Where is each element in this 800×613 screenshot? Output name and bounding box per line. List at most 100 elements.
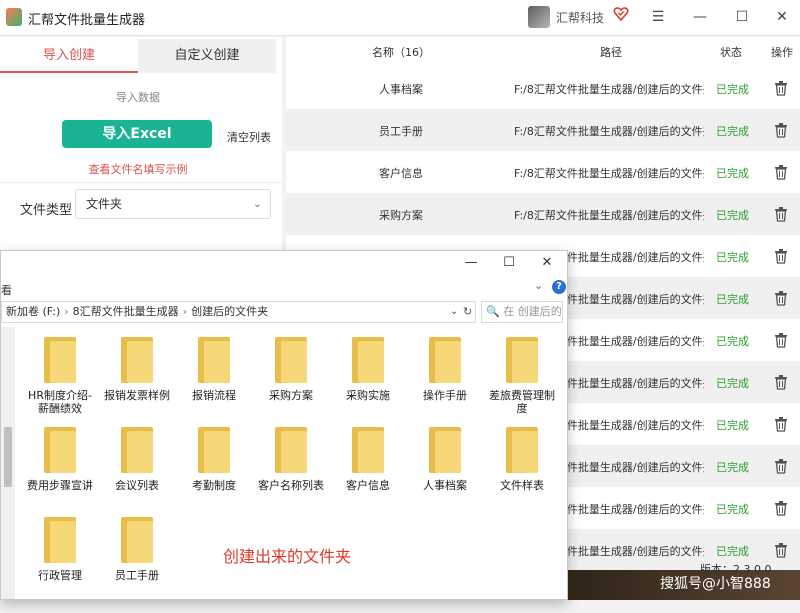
search-input[interactable]: 🔍 在 创建后的... <box>481 301 563 323</box>
row-status: 已完成 <box>716 335 749 348</box>
explorer-close-icon[interactable]: ✕ <box>537 255 557 275</box>
maximize-icon[interactable]: ☐ <box>730 6 754 28</box>
folder-icon <box>121 517 153 563</box>
chevron-right-icon: › <box>64 305 69 318</box>
trash-icon[interactable] <box>774 248 788 264</box>
folder-label: 客户信息 <box>346 479 390 492</box>
close-icon[interactable]: ✕ <box>770 6 794 28</box>
tab-import-create[interactable]: 导入创建 <box>0 39 138 73</box>
folder-label: HR制度介绍-薪酬绩效 <box>28 389 92 415</box>
folder-icon <box>44 517 76 563</box>
address-subfolder[interactable]: 创建后的文件夹 <box>191 305 268 318</box>
row-name: 采购方案 <box>379 209 423 222</box>
refresh-icon[interactable]: ↻ <box>463 302 472 322</box>
folder-icon <box>198 337 230 383</box>
address-folder[interactable]: 8汇帮文件批量生成器 <box>73 305 179 318</box>
trash-icon[interactable] <box>774 206 788 222</box>
row-name: 客户信息 <box>379 167 423 180</box>
table-row[interactable]: 采购方案 F:/8汇帮文件批量生成器/创建后的文件夹/已完成 <box>286 193 800 235</box>
folder-label: 考勤制度 <box>192 479 236 492</box>
folder-label: 人事档案 <box>423 479 467 492</box>
help-icon[interactable]: ? <box>552 280 566 294</box>
chevron-right-icon: › <box>182 305 188 318</box>
folder-item[interactable]: 采购实施 <box>331 337 405 402</box>
folder-item[interactable]: 员工手册 <box>100 517 174 582</box>
trash-icon[interactable] <box>774 374 788 390</box>
folder-item[interactable]: 会议列表 <box>100 427 174 492</box>
example-link[interactable]: 查看文件名填写示例 <box>0 161 276 177</box>
explorer-minimize-icon[interactable]: — <box>461 255 481 275</box>
brand-name[interactable]: 汇帮科技 <box>556 9 604 26</box>
trash-icon[interactable] <box>774 332 788 348</box>
row-name: 人事档案 <box>379 83 423 96</box>
folder-label: 会议列表 <box>115 479 159 492</box>
table-row[interactable]: 人事档案 F:/8汇帮文件批量生成器/创建后的文件夹/已完成 <box>286 67 800 109</box>
folder-icon <box>506 337 538 383</box>
file-explorer-window: — ☐ ✕ 看 ⌄ ? 新加卷 (F:) › 8汇帮文件批量生成器 › 创建后的文件夹 … <box>0 250 568 600</box>
trash-icon[interactable] <box>774 500 788 516</box>
row-status: 已完成 <box>716 545 749 558</box>
tab-custom-create[interactable]: 自定义创建 <box>138 39 276 73</box>
trash-icon[interactable] <box>774 416 788 432</box>
table-row[interactable]: 员工手册 F:/8汇帮文件批量生成器/创建后的文件夹/已完成 <box>286 109 800 151</box>
chevron-down-icon[interactable]: ⌄ <box>450 302 458 322</box>
app-title: 汇帮文件批量生成器 <box>28 13 146 28</box>
folder-item[interactable]: HR制度介绍-薪酬绩效 <box>23 337 97 415</box>
import-excel-button[interactable]: 导入Excel <box>62 120 212 148</box>
folder-icon <box>121 427 153 473</box>
folder-item[interactable]: 考勤制度 <box>177 427 251 492</box>
folder-item[interactable]: 文件样表 <box>485 427 559 492</box>
file-type-select[interactable]: 文件夹 ⌄ <box>75 189 271 219</box>
row-status: 已完成 <box>716 125 749 138</box>
search-placeholder: 在 创建后的... <box>503 305 562 318</box>
row-path: F:/8汇帮文件批量生成器/创建后的文件夹/ <box>514 167 704 180</box>
row-path: F:/8汇帮文件批量生成器/创建后的文件夹/ <box>514 209 704 222</box>
folder-item[interactable]: 人事档案 <box>408 427 482 492</box>
row-status: 已完成 <box>716 167 749 180</box>
folder-item[interactable]: 费用步骤宣讲 <box>23 427 97 492</box>
trash-icon[interactable] <box>774 80 788 96</box>
trash-icon[interactable] <box>774 164 788 180</box>
folder-label: 报销流程 <box>192 389 236 402</box>
clear-list-button[interactable]: 清空列表 <box>227 129 271 145</box>
table-row[interactable]: 客户信息 F:/8汇帮文件批量生成器/创建后的文件夹/已完成 <box>286 151 800 193</box>
trash-icon[interactable] <box>774 290 788 306</box>
folder-item[interactable]: 行政管理 <box>23 517 97 582</box>
menu-icon[interactable]: ☰ <box>646 6 670 28</box>
column-status: 状态 <box>720 46 742 59</box>
trash-icon[interactable] <box>774 122 788 138</box>
divider <box>0 182 282 183</box>
explorer-titlebar: — ☐ ✕ <box>1 251 567 279</box>
folder-icon <box>44 427 76 473</box>
folder-item[interactable]: 采购方案 <box>254 337 328 402</box>
scrollbar[interactable] <box>1 327 15 599</box>
folder-item[interactable]: 差旅费管理制度 <box>485 337 559 415</box>
folder-label: 费用步骤宣讲 <box>27 479 93 492</box>
trash-icon[interactable] <box>774 542 788 558</box>
folder-item[interactable]: 操作手册 <box>408 337 482 402</box>
folder-item[interactable]: 客户信息 <box>331 427 405 492</box>
address-bar[interactable]: 新加卷 (F:) › 8汇帮文件批量生成器 › 创建后的文件夹 ⌄ ↻ <box>1 301 476 323</box>
column-name: 名称（16） <box>372 46 430 59</box>
trash-icon[interactable] <box>774 458 788 474</box>
folder-item[interactable]: 客户名称列表 <box>254 427 328 492</box>
folder-icon <box>275 427 307 473</box>
address-drive[interactable]: 新加卷 (F:) <box>6 305 60 318</box>
row-status: 已完成 <box>716 419 749 432</box>
row-status: 已完成 <box>716 377 749 390</box>
avatar[interactable] <box>528 6 550 28</box>
file-type-label: 文件类型 <box>20 203 73 218</box>
view-menu[interactable]: 看 <box>1 282 12 298</box>
ribbon-expand-icon[interactable]: ⌄ <box>534 279 543 292</box>
folder-item[interactable]: 报销流程 <box>177 337 251 402</box>
folder-icon <box>506 427 538 473</box>
row-path: F:/8汇帮文件批量生成器/创建后的文件夹/ <box>514 125 704 138</box>
scroll-thumb[interactable] <box>4 427 12 487</box>
explorer-maximize-icon[interactable]: ☐ <box>499 255 519 275</box>
app-logo-icon <box>6 8 22 26</box>
folder-item[interactable]: 报销发票样例 <box>100 337 174 402</box>
minimize-icon[interactable]: — <box>688 6 712 28</box>
heart-icon[interactable] <box>613 6 629 22</box>
folder-icon <box>352 337 384 383</box>
folder-label: 采购方案 <box>269 389 313 402</box>
